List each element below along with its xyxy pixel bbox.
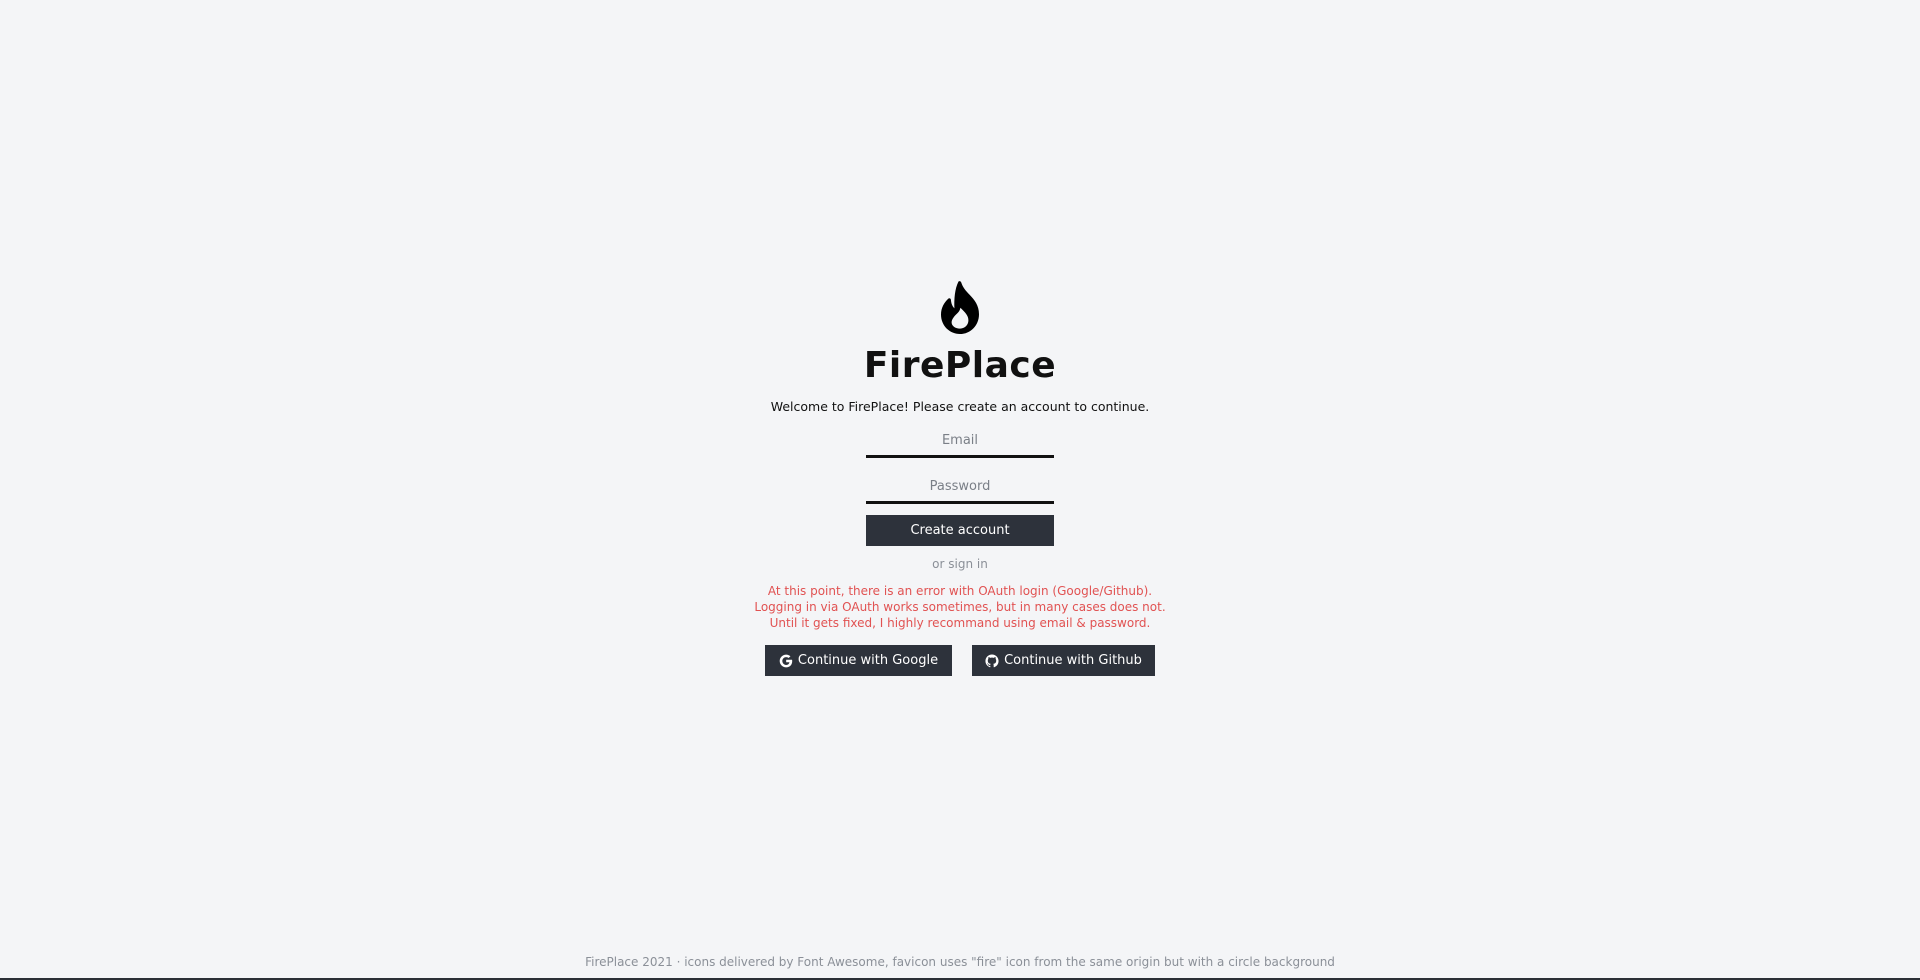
github-icon [985,653,999,667]
welcome-text: Welcome to FirePlace! Please create an a… [770,399,1150,414]
github-button-label: Continue with Github [1004,653,1142,668]
oauth-error-message: At this point, there is an error with OA… [754,583,1165,631]
error-line: Logging in via OAuth works sometimes, bu… [754,600,1166,614]
oauth-buttons: Continue with Google Continue with Githu… [765,645,1155,676]
password-field[interactable] [866,472,1054,504]
or-sign-in-text: or sign in [932,557,988,571]
google-button-label: Continue with Google [797,653,939,668]
footer-credits: FirePlace 2021 · icons delivered by Font… [585,955,1335,969]
auth-panel: FirePlace Welcome to FirePlace! Please c… [0,280,1920,676]
page-title: FirePlace [863,345,1057,386]
error-line: Until it gets fixed, I highly recommand … [769,616,1151,630]
google-icon [779,654,793,667]
fire-icon [941,281,979,334]
continue-with-google-button[interactable]: Continue with Google [765,645,952,676]
continue-with-github-button[interactable]: Continue with Github [972,645,1155,676]
email-field[interactable] [866,426,1054,458]
create-account-button[interactable]: Create account [866,515,1054,546]
error-line: At this point, there is an error with OA… [767,584,1153,598]
page: FirePlace Welcome to FirePlace! Please c… [0,0,1920,980]
